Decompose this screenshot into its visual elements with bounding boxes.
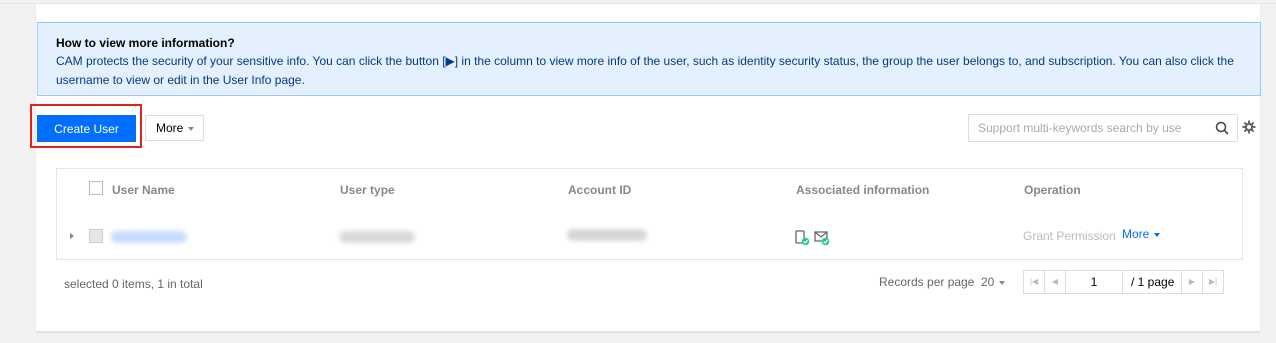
column-header-user-type: User type [340,183,395,197]
column-header-user-name: User Name [112,183,175,197]
last-page-icon[interactable]: ▶| [1202,270,1224,294]
records-per-page-select[interactable]: 20 [981,275,1006,289]
row-checkbox[interactable] [89,229,103,243]
grant-permission-link[interactable]: Grant Permission [1023,229,1116,243]
column-header-associated-info: Associated information [796,183,930,197]
select-all-checkbox[interactable] [89,181,103,195]
records-per-page-label: Records per page [879,275,975,289]
user-name-link[interactable] [111,231,187,243]
row-more-dropdown[interactable]: More [1122,227,1161,241]
create-user-button[interactable]: Create User [37,115,136,142]
records-per-page-value: 20 [981,275,995,289]
phone-verified-icon [795,230,810,246]
page-number-input[interactable] [1065,270,1123,294]
user-type-value [339,231,415,243]
notice-body: CAM protects the security of your sensit… [56,54,1234,87]
column-header-operation: Operation [1024,183,1081,197]
notice-title: How to view more information? [56,36,235,50]
row-more-label: More [1122,227,1150,241]
chevron-down-icon [1154,232,1161,237]
more-dropdown-button[interactable]: More [145,115,204,141]
search-input[interactable] [969,115,1205,141]
expand-row-icon[interactable] [70,233,74,239]
column-header-account-id: Account ID [568,183,632,197]
pagination: |◀ ◀ / 1 page ▶ ▶| [1023,270,1224,294]
search-icon[interactable] [1215,121,1229,135]
info-notice: How to view more information? CAM protec… [37,22,1261,96]
email-verified-icon [814,231,830,246]
page-total: / 1 page [1122,270,1182,294]
first-page-icon[interactable]: |◀ [1023,270,1045,294]
selection-summary: selected 0 items, 1 in total [64,277,203,291]
gear-icon[interactable] [1242,120,1256,134]
prev-page-icon[interactable]: ◀ [1044,270,1066,294]
next-page-icon[interactable]: ▶ [1181,270,1203,294]
chevron-down-icon [999,280,1006,285]
users-table: User Name User type Account ID Associate… [56,168,1243,260]
more-label: More [156,121,184,135]
chevron-down-icon [188,126,195,131]
account-id-value [567,229,647,241]
search-box [968,114,1238,142]
